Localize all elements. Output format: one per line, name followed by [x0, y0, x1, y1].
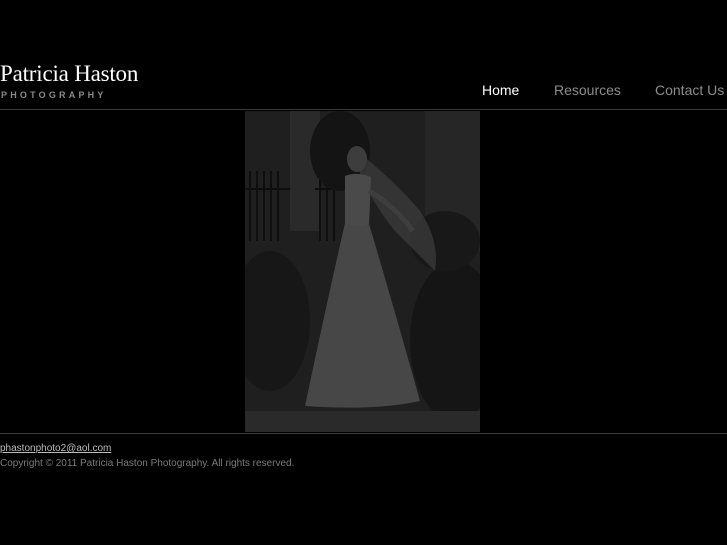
- main-nav: Home Resources Contact Us: [0, 82, 727, 102]
- nav-item-resources[interactable]: Resources: [554, 82, 621, 98]
- footer-copyright: Copyright © 2011 Patricia Haston Photogr…: [0, 458, 295, 469]
- featured-photo: [245, 111, 480, 432]
- footer-email-link[interactable]: phastonphoto2@aol.com: [0, 443, 111, 454]
- nav-item-contact-us[interactable]: Contact Us: [655, 82, 724, 98]
- header-divider: [0, 109, 727, 110]
- nav-item-home[interactable]: Home: [482, 82, 519, 98]
- footer-divider: [0, 433, 727, 434]
- bride-photo-image: [245, 111, 480, 432]
